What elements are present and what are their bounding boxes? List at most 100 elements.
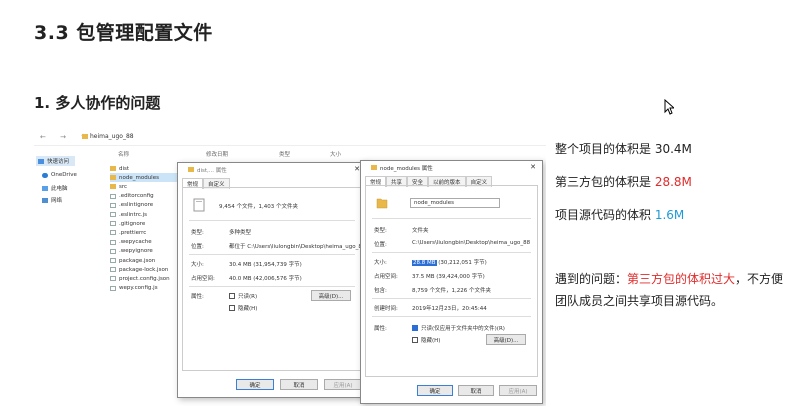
- location-label: 位置:: [191, 244, 204, 250]
- column-header-size[interactable]: 大小: [330, 150, 341, 158]
- checkbox-box[interactable]: [412, 325, 418, 331]
- close-icon[interactable]: ✕: [530, 163, 536, 171]
- readonly-checkbox[interactable]: 只读(R): [229, 292, 257, 300]
- disk-size-label: 占用空间:: [191, 276, 215, 282]
- apply-button[interactable]: 应用(A): [499, 385, 537, 396]
- checkbox-box[interactable]: [412, 337, 418, 343]
- file-row[interactable]: .wepycache: [110, 238, 152, 247]
- file-row[interactable]: .eslintrc.js: [110, 210, 147, 219]
- page-title: 3.3 包管理配置文件: [34, 22, 213, 44]
- checkbox-label: 只读(仅应用于文件夹中的文件)(R): [421, 326, 505, 332]
- folder-icon: [376, 198, 388, 209]
- file-row[interactable]: wepy.config.js: [110, 284, 158, 293]
- ok-button[interactable]: 确定: [417, 385, 453, 396]
- cancel-button[interactable]: 取消: [280, 379, 318, 390]
- file-row[interactable]: package.json: [110, 256, 155, 265]
- checkbox-box[interactable]: [229, 305, 235, 311]
- dialog-body: node_modules 类型: 文件夹 位置: C:\Users\liulon…: [365, 185, 538, 377]
- file-name: wepy.config.js: [119, 285, 158, 292]
- file-row[interactable]: .gitignore: [110, 219, 145, 228]
- network-icon: [42, 197, 48, 203]
- column-header-type[interactable]: 类型: [279, 150, 290, 158]
- divider: [189, 286, 355, 287]
- note-text: 项目源代码的体积: [555, 208, 655, 222]
- file-row[interactable]: .wepyignore: [110, 247, 153, 256]
- star-icon: [38, 158, 44, 164]
- file-icon: [110, 239, 116, 245]
- folder-icon: [110, 184, 116, 190]
- file-name: package-lock.json: [119, 266, 169, 273]
- file-icon: [110, 258, 116, 263]
- file-icon: [110, 230, 116, 236]
- address-path[interactable]: heima_ugo_88: [90, 133, 134, 140]
- file-name: .eslintignore: [119, 202, 154, 209]
- readonly-checkbox[interactable]: 只读(仅应用于文件夹中的文件)(R): [412, 324, 505, 332]
- nav-item-this-pc[interactable]: 此电脑: [42, 184, 68, 192]
- disk-size-value: 40.0 MB (42,006,576 字节): [229, 276, 302, 282]
- file-row[interactable]: .prettierrc: [110, 228, 146, 237]
- hidden-checkbox[interactable]: 隐藏(H): [229, 304, 257, 312]
- nav-item-onedrive[interactable]: OneDrive: [42, 172, 77, 178]
- nav-item-label: OneDrive: [51, 172, 77, 178]
- file-row[interactable]: project.config.json: [110, 274, 170, 283]
- disk-size-label: 占用空间:: [374, 274, 398, 280]
- divider: [372, 252, 531, 253]
- type-value: 多种类型: [229, 230, 252, 236]
- explorer-address-bar: ← → ↑ heima_ugo_88: [34, 130, 546, 146]
- dialog-titlebar: node_modules 属性 ✕: [361, 161, 542, 174]
- checkbox-label: 只读(R): [238, 294, 258, 300]
- file-row[interactable]: package-lock.json: [110, 265, 168, 274]
- files-icon: [193, 198, 205, 212]
- file-row[interactable]: node_modules: [110, 173, 184, 183]
- file-name: dist: [119, 165, 130, 172]
- nav-item-quick-access[interactable]: 快速访问: [36, 156, 76, 166]
- summary-text: 9,454 个文件，1,403 个文件夹: [219, 204, 298, 210]
- ok-button[interactable]: 确定: [236, 379, 274, 390]
- divider: [189, 220, 355, 221]
- properties-dialog-dist: dist,... 属性 ✕ 常规 自定义 9,454 个文件，1,403 个文件…: [177, 162, 367, 398]
- file-icon: [110, 193, 116, 199]
- file-icon: [110, 276, 116, 282]
- folder-name-input[interactable]: node_modules: [410, 198, 500, 208]
- note-value-red: 28.8M: [654, 175, 692, 189]
- file-name: project.config.json: [119, 275, 170, 282]
- size-bytes: (30,212,051 字节): [436, 260, 487, 266]
- file-icon: [110, 202, 116, 208]
- file-icon: [110, 285, 116, 291]
- folder-icon: [188, 167, 194, 172]
- hidden-checkbox[interactable]: 隐藏(H): [412, 336, 440, 344]
- computer-icon: [42, 185, 48, 191]
- checkbox-box[interactable]: [229, 293, 235, 299]
- nav-item-network[interactable]: 网络: [42, 196, 62, 204]
- source-size-note: 项目源代码的体积 1.6M: [555, 206, 684, 223]
- cloud-icon: [42, 172, 48, 178]
- cancel-button[interactable]: 取消: [458, 385, 494, 396]
- mouse-cursor-icon: [664, 99, 674, 115]
- column-header-name[interactable]: 名称: [118, 150, 129, 158]
- size-value: 28.8 MB (30,212,051 字节): [412, 258, 487, 266]
- folder-icon: [82, 134, 88, 139]
- divider: [372, 218, 531, 219]
- type-label: 类型:: [191, 230, 204, 236]
- location-value: C:\Users\liulongbin\Desktop\heima_ugo_88: [412, 240, 531, 246]
- file-row[interactable]: dist: [110, 164, 129, 173]
- file-name: package.json: [119, 257, 156, 264]
- third-party-size-note: 第三方包的体积是 28.8M: [555, 173, 692, 190]
- size-value: 30.4 MB (31,954,739 字节): [229, 262, 302, 268]
- folder-icon: [110, 166, 116, 171]
- advanced-button[interactable]: 高级(D)...: [486, 334, 526, 345]
- file-row[interactable]: .eslintignore: [110, 201, 153, 210]
- file-row[interactable]: src: [110, 182, 127, 191]
- problem-label: 遇到的问题：: [555, 272, 628, 286]
- file-row[interactable]: .editorconfig: [110, 192, 154, 201]
- note-text: 第三方包的体积是: [555, 175, 655, 189]
- contains-label: 包含:: [374, 288, 387, 294]
- file-name: .editorconfig: [119, 193, 154, 200]
- advanced-button[interactable]: 高级(D)...: [311, 290, 351, 301]
- column-header-date[interactable]: 修改日期: [206, 150, 228, 158]
- created-label: 创建时间:: [374, 306, 398, 312]
- nav-item-label: 此电脑: [51, 186, 68, 192]
- apply-button[interactable]: 应用(A): [324, 379, 362, 390]
- navigation-pane: 快速访问 OneDrive 此电脑 网络: [34, 146, 108, 406]
- checkbox-label: 隐藏(H): [238, 306, 258, 312]
